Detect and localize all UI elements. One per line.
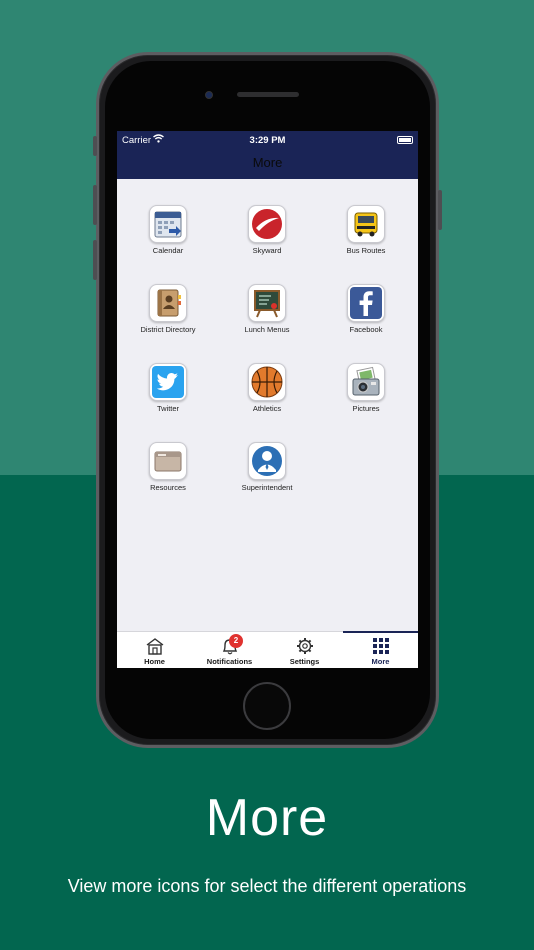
status-time: 3:29 PM [249, 135, 286, 146]
tile-label: Twitter [156, 404, 180, 413]
tile-label: Skyward [252, 246, 282, 255]
tile-label: Bus Routes [346, 246, 386, 255]
tile-label: Superintendent [241, 483, 293, 492]
twitter-icon [149, 363, 187, 401]
volume-down-button [93, 240, 97, 280]
volume-up-button [93, 185, 97, 225]
tab-label: Settings [289, 657, 320, 666]
tile-twitter[interactable]: Twitter [128, 363, 208, 414]
front-camera [205, 91, 213, 99]
skyward-icon [248, 205, 286, 243]
bottom-tab-bar: Home Notifications 2 Settings More [117, 631, 418, 668]
tab-label: More [371, 657, 390, 666]
tile-label: Lunch Menus [244, 325, 290, 334]
tile-athletics[interactable]: Athletics [227, 363, 307, 414]
calendar-icon [149, 205, 187, 243]
school-bus-icon [347, 205, 385, 243]
person-icon [248, 442, 286, 480]
tile-resources[interactable]: Resources [128, 442, 208, 493]
tile-label: Facebook [349, 325, 383, 334]
chalkboard-menu-icon [248, 284, 286, 322]
tile-lunch-menus[interactable]: Lunch Menus [227, 284, 307, 335]
gear-icon [297, 638, 313, 654]
tile-skyward[interactable]: Skyward [227, 205, 307, 256]
tile-label: Resources [150, 483, 186, 492]
directory-book-icon [149, 284, 187, 322]
camera-photos-icon [347, 363, 385, 401]
caption-title: More [205, 789, 329, 847]
caption-subtitle: View more icons for select the different… [67, 876, 467, 896]
speaker-grille [237, 92, 299, 97]
folder-icon [149, 442, 187, 480]
status-bar: Carrier 3:29 PM [117, 131, 418, 149]
tile-label: Athletics [252, 404, 282, 413]
mute-switch [93, 136, 97, 156]
tab-more[interactable]: More [343, 631, 418, 668]
navigation-bar: Carrier 3:29 PM More [117, 131, 418, 179]
tile-district-directory[interactable]: District Directory [128, 284, 208, 335]
tile-calendar[interactable]: Calendar [128, 205, 208, 256]
home-hardware-button[interactable] [243, 682, 291, 730]
page-title: More [252, 155, 283, 170]
grid-icon [373, 638, 389, 654]
home-icon [146, 638, 164, 655]
power-button [438, 190, 442, 230]
basketball-icon [248, 363, 286, 401]
tile-label: Calendar [152, 246, 184, 255]
tab-home[interactable]: Home [117, 632, 192, 668]
tab-label: Home [144, 657, 165, 666]
tile-bus-routes[interactable]: Bus Routes [326, 205, 406, 256]
tile-superintendent[interactable]: Superintendent [227, 442, 307, 493]
tile-label: Pictures [352, 404, 380, 413]
tab-label: Notifications [206, 657, 253, 666]
app-screen: Carrier 3:29 PM More Calendar Skyward Bu… [117, 131, 418, 668]
tile-pictures[interactable]: Pictures [326, 363, 406, 414]
battery-icon [397, 136, 413, 144]
tile-label: District Directory [140, 325, 196, 334]
tab-settings[interactable]: Settings [267, 632, 342, 668]
tile-facebook[interactable]: Facebook [326, 284, 406, 335]
facebook-icon [347, 284, 385, 322]
notification-badge: 2 [229, 634, 243, 648]
